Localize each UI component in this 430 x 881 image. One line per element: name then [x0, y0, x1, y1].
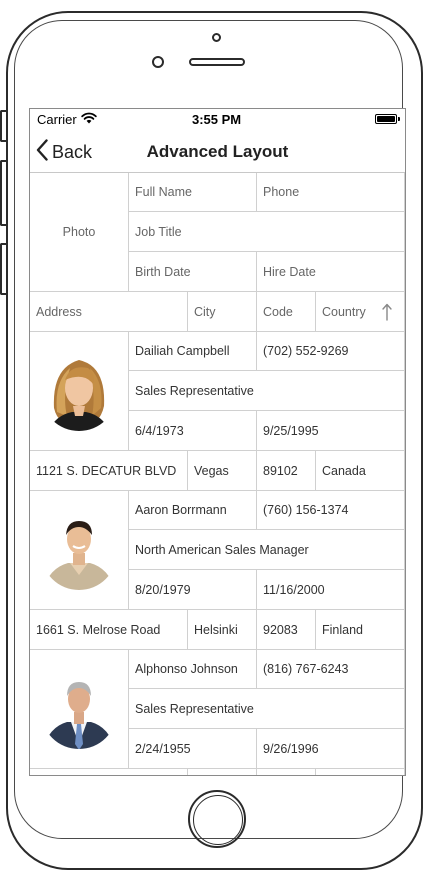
cell-code[interactable]: [257, 769, 316, 775]
cell-birth-date[interactable]: 8/20/1979: [129, 570, 257, 610]
cell-hire-date[interactable]: 11/16/2000: [257, 570, 405, 610]
cell-birth-date[interactable]: 6/4/1973: [129, 411, 257, 451]
front-camera: [152, 56, 164, 68]
cell-country[interactable]: Finland: [316, 610, 405, 650]
employee-photo: [30, 491, 129, 610]
employee-photo: [30, 650, 129, 769]
cell-city[interactable]: Helsinki: [188, 610, 257, 650]
cell-country[interactable]: [316, 769, 405, 775]
sort-ascending-icon[interactable]: [380, 302, 394, 322]
wifi-icon: [81, 112, 97, 127]
cell-country[interactable]: Canada: [316, 451, 405, 491]
front-sensor: [212, 33, 221, 42]
employee-avatar-man-suit: [41, 673, 117, 749]
cell-hire-date[interactable]: 9/26/1996: [257, 729, 405, 769]
cell-full-name[interactable]: Dailiah Campbell: [129, 332, 257, 371]
cell-phone[interactable]: (816) 767-6243: [257, 650, 405, 689]
cell-phone[interactable]: (760) 156-1374: [257, 491, 405, 530]
carrier-label: Carrier: [37, 112, 77, 127]
cell-code[interactable]: 92083: [257, 610, 316, 650]
battery-icon: [375, 114, 397, 124]
column-header-phone[interactable]: Phone: [257, 173, 405, 212]
cell-city[interactable]: [188, 769, 257, 775]
column-header-address[interactable]: Address: [30, 292, 188, 332]
cell-job-title[interactable]: Sales Representative: [129, 689, 405, 729]
employee-avatar-woman: [41, 355, 117, 431]
cell-address[interactable]: 1121 S. DECATUR BLVD: [30, 451, 188, 491]
navigation-bar: Back Advanced Layout: [30, 131, 405, 173]
screen: Carrier 3:55 PM Back Advanced Layout Pho…: [29, 108, 406, 776]
column-header-photo[interactable]: Photo: [30, 173, 129, 292]
home-button[interactable]: [188, 790, 246, 848]
column-header-city[interactable]: City: [188, 292, 257, 332]
cell-full-name[interactable]: Aaron Borrmann: [129, 491, 257, 530]
mute-switch: [0, 110, 6, 142]
earpiece-speaker: [189, 58, 245, 66]
cell-birth-date[interactable]: 2/24/1955: [129, 729, 257, 769]
clock: 3:55 PM: [192, 112, 242, 127]
cell-full-name[interactable]: Alphonso Johnson: [129, 650, 257, 689]
page-title: Advanced Layout: [146, 142, 289, 161]
cell-code[interactable]: 89102: [257, 451, 316, 491]
cell-address[interactable]: [30, 769, 188, 775]
column-header-full-name[interactable]: Full Name: [129, 173, 257, 212]
employee-avatar-man-khaki: [41, 514, 117, 590]
cell-job-title[interactable]: Sales Representative: [129, 371, 405, 411]
cell-city[interactable]: Vegas: [188, 451, 257, 491]
volume-up-button: [0, 160, 6, 226]
cell-phone[interactable]: (702) 552-9269: [257, 332, 405, 371]
cell-job-title[interactable]: North American Sales Manager: [129, 530, 405, 570]
employee-photo: [30, 332, 129, 451]
column-header-code[interactable]: Code: [257, 292, 316, 332]
volume-down-button: [0, 243, 6, 295]
employee-grid[interactable]: Photo Full Name Phone Job Title Birth Da…: [30, 173, 405, 775]
column-header-job-title[interactable]: Job Title: [129, 212, 405, 252]
cell-address[interactable]: 1661 S. Melrose Road: [30, 610, 188, 650]
column-header-birth-date[interactable]: Birth Date: [129, 252, 257, 292]
status-bar: Carrier 3:55 PM: [30, 109, 405, 131]
column-header-hire-date[interactable]: Hire Date: [257, 252, 405, 292]
battery-tip: [398, 117, 400, 121]
cell-hire-date[interactable]: 9/25/1995: [257, 411, 405, 451]
